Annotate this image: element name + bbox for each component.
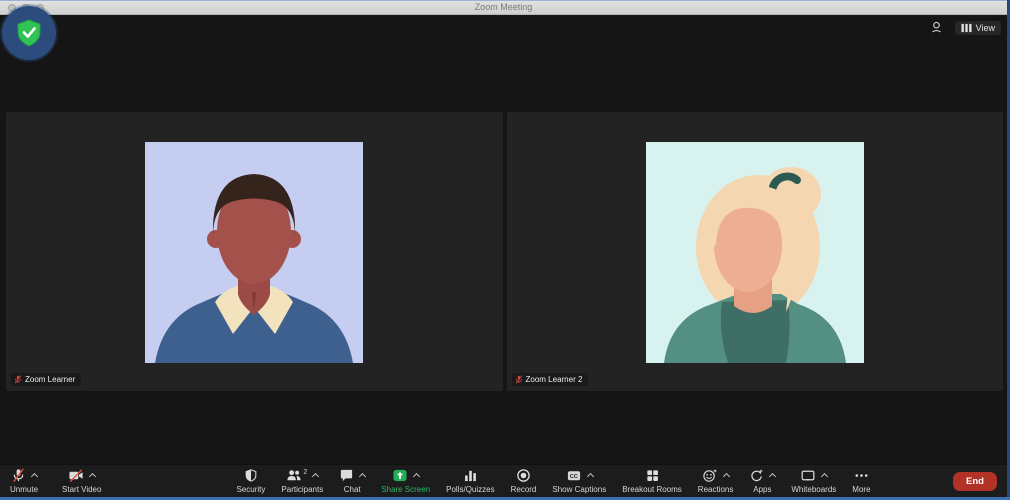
male-avatar-illustration	[145, 142, 363, 363]
muted-microphone-icon	[14, 375, 22, 384]
shield-check-icon	[15, 18, 43, 48]
toolbar-button-start-video[interactable]: Start Video	[62, 468, 101, 494]
toolbar-left-group: Unmute Start Video	[10, 468, 160, 494]
toolbar-label: Start Video	[62, 485, 101, 494]
toolbar-label: Reactions	[698, 485, 734, 494]
security-verified-badge	[2, 6, 56, 60]
window-titlebar: Zoom Meeting	[0, 0, 1007, 15]
participants-icon	[286, 468, 302, 483]
bar-chart-icon	[463, 468, 478, 483]
toolbar-button-participants[interactable]: 2 Participants	[281, 468, 323, 494]
female-avatar-illustration	[646, 142, 864, 363]
chevron-up-icon[interactable]	[312, 473, 319, 480]
chevron-up-icon[interactable]	[769, 473, 776, 480]
view-button[interactable]: View	[955, 21, 1001, 35]
security-shield-icon	[244, 468, 258, 483]
toolbar-button-apps[interactable]: Apps	[749, 468, 775, 494]
toolbar-button-reactions[interactable]: Reactions	[698, 468, 734, 494]
microphone-muted-icon	[11, 468, 26, 483]
apps-icon	[749, 468, 764, 483]
meeting-info-button[interactable]	[928, 19, 945, 36]
breakout-rooms-grid-icon	[645, 468, 660, 483]
participant-2-name: Zoom Learner 2	[526, 375, 583, 384]
toolbar-label: Record	[511, 485, 537, 494]
participants-count: 2	[303, 469, 307, 476]
participant-1-name-badge: Zoom Learner	[11, 373, 81, 386]
toolbar-button-polls-quizzes[interactable]: Polls/Quizzes	[446, 468, 494, 494]
svg-text:CC: CC	[569, 474, 577, 480]
toolbar-label: Unmute	[10, 485, 38, 494]
view-button-label: View	[976, 23, 995, 33]
window-title: Zoom Meeting	[475, 2, 533, 12]
meeting-info-icon	[930, 21, 943, 34]
meeting-toolbar: Unmute Start Video	[0, 464, 1007, 497]
toolbar-button-breakout-rooms[interactable]: Breakout Rooms	[622, 468, 682, 494]
toolbar-button-show-captions[interactable]: CC Show Captions	[552, 468, 606, 494]
chevron-up-icon[interactable]	[31, 473, 38, 480]
toolbar-button-unmute[interactable]: Unmute	[10, 468, 38, 494]
more-ellipsis-icon	[854, 468, 869, 483]
record-icon	[516, 468, 531, 483]
toolbar-button-more[interactable]: More	[852, 468, 870, 494]
toolbar-button-share-screen[interactable]: Share Screen	[381, 468, 430, 494]
chat-bubble-icon	[339, 468, 354, 483]
chevron-up-icon[interactable]	[89, 473, 96, 480]
reactions-smiley-icon	[702, 468, 718, 483]
video-tile-participant-2: Zoom Learner 2	[507, 112, 1004, 391]
meeting-content: View	[0, 15, 1007, 497]
participant-1-name: Zoom Learner	[25, 375, 75, 384]
chevron-up-icon[interactable]	[587, 473, 594, 480]
closed-captions-icon: CC	[566, 468, 582, 483]
chevron-up-icon[interactable]	[359, 473, 366, 480]
share-screen-icon	[392, 468, 408, 483]
participant-2-name-badge: Zoom Learner 2	[512, 373, 589, 386]
toolbar-label: Apps	[753, 485, 771, 494]
video-tile-participant-1: Zoom Learner	[6, 112, 503, 391]
video-grid: Zoom Learner	[6, 112, 1003, 391]
toolbar-label: Participants	[281, 485, 323, 494]
whiteboard-icon	[800, 468, 816, 483]
desktop-edge-top	[0, 0, 1010, 1]
end-meeting-button[interactable]: End	[953, 472, 997, 491]
chevron-up-icon[interactable]	[413, 473, 420, 480]
toolbar-label: More	[852, 485, 870, 494]
chevron-up-icon[interactable]	[821, 473, 828, 480]
participant-2-avatar	[646, 142, 864, 363]
toolbar-label: Whiteboards	[791, 485, 836, 494]
toolbar-label: Polls/Quizzes	[446, 485, 494, 494]
toolbar-label: Show Captions	[552, 485, 606, 494]
toolbar-center-group: Security 2 Participants	[160, 468, 947, 494]
toolbar-button-security[interactable]: Security	[237, 468, 266, 494]
toolbar-button-chat[interactable]: Chat	[339, 468, 365, 494]
toolbar-label: Chat	[344, 485, 361, 494]
toolbar-label: Share Screen	[381, 485, 430, 494]
toolbar-button-record[interactable]: Record	[511, 468, 537, 494]
top-right-controls: View	[928, 19, 1001, 36]
zoom-meeting-window: Zoom Meeting View	[0, 0, 1010, 500]
gallery-view-icon	[961, 23, 972, 33]
toolbar-button-whiteboards[interactable]: Whiteboards	[791, 468, 836, 494]
video-muted-icon	[68, 468, 84, 483]
participant-1-avatar	[145, 142, 363, 363]
chevron-up-icon[interactable]	[723, 473, 730, 480]
muted-microphone-icon	[515, 375, 523, 384]
toolbar-label: Breakout Rooms	[622, 485, 682, 494]
toolbar-label: Security	[237, 485, 266, 494]
